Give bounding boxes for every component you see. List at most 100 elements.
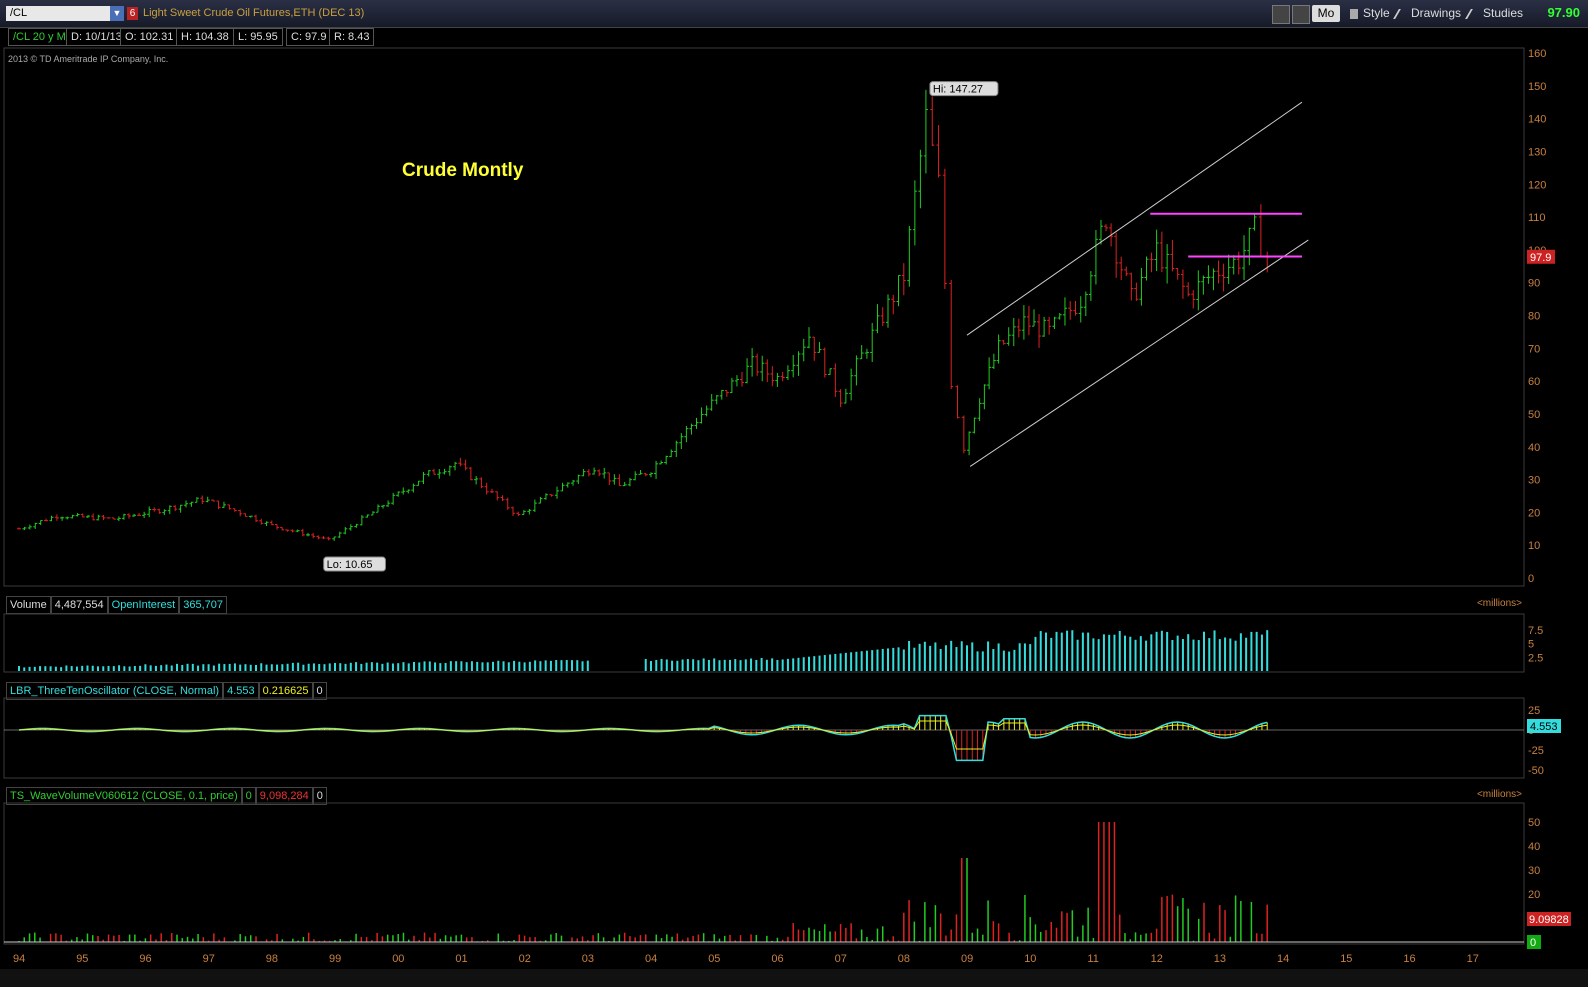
chart-canvas[interactable]: 0102030405060708090100110120130140150160… [0, 46, 1588, 969]
volume-bar [681, 659, 684, 671]
volume-bar [792, 658, 795, 671]
volume-bar [1087, 632, 1090, 671]
volume-bar [871, 650, 874, 671]
oscillator-tick-label: 25 [1528, 705, 1540, 717]
volume-bar [1034, 636, 1037, 671]
x-tick-label: 97 [203, 953, 215, 965]
volume-bar [239, 664, 242, 671]
wave-volume-tick-label: 30 [1528, 865, 1540, 877]
volume-bar [1092, 638, 1095, 671]
x-tick-label: 06 [771, 953, 783, 965]
volume-bar [202, 664, 205, 671]
symbol-input[interactable]: /CL [6, 6, 110, 21]
volume-bar [1039, 631, 1042, 671]
x-tick-label: 05 [708, 953, 720, 965]
volume-bar [1187, 634, 1190, 671]
volume-bar [70, 666, 73, 671]
volume-bar [297, 662, 300, 671]
volume-bar [539, 661, 542, 671]
volume-bar [81, 665, 84, 671]
volume-bar [850, 652, 853, 671]
volume-bar [144, 664, 147, 671]
volume-bar [118, 665, 121, 671]
volume-bar [1160, 630, 1163, 671]
volume-bar [902, 649, 905, 671]
volume-bar [75, 666, 78, 671]
panel-frame [3, 613, 1525, 673]
volume-bar [1097, 639, 1100, 671]
wave-tag-red-text: 9.09828 [1529, 914, 1569, 926]
status-range: R: 8.43 [329, 28, 375, 46]
x-tick-label: 95 [76, 953, 88, 965]
volume-bar [966, 645, 968, 671]
wave-volume-tick-label: 40 [1528, 841, 1540, 853]
chevron-down-icon[interactable]: ▼ [110, 6, 124, 21]
pencil-icon [1393, 9, 1411, 19]
wave-volume-tick-label: 50 [1528, 817, 1540, 829]
high-label: Hi: 147.27 [929, 81, 999, 97]
x-tick-label: 04 [645, 953, 657, 965]
volume-bar [165, 664, 168, 671]
volume-bar [502, 661, 505, 671]
volume-bar [407, 663, 410, 671]
price-tag-text: 97.9 [1530, 252, 1551, 264]
volume-bar [1171, 639, 1174, 671]
volume-bar [218, 663, 221, 671]
volume-bar [191, 663, 194, 671]
x-tick-label: 11 [1087, 953, 1098, 965]
style-icon [1350, 9, 1358, 19]
volume-bar [697, 660, 700, 671]
period-badge[interactable]: 6 [127, 7, 138, 20]
studies-button[interactable]: Studies [1483, 5, 1523, 22]
volume-bar [744, 659, 747, 671]
volume-bar [865, 650, 868, 671]
status-close: C: 97.9 [286, 28, 332, 46]
volume-bar [233, 663, 236, 671]
volume-bar [1124, 635, 1126, 671]
volume-bar [1023, 643, 1026, 671]
volume-bar [1108, 634, 1111, 671]
volume-bar [650, 661, 652, 671]
volume-bar [207, 664, 210, 671]
style-button[interactable]: Style [1363, 5, 1390, 22]
volume-bar [881, 649, 884, 671]
volume-bar [1018, 643, 1021, 671]
volume-bar [723, 659, 726, 671]
volume-bar [786, 658, 789, 671]
volume-bar [818, 655, 821, 671]
volume-bar [702, 658, 705, 671]
price-tick-label: 50 [1528, 409, 1540, 421]
volume-bar [750, 658, 753, 671]
volume-bar [139, 665, 142, 671]
period-mo-button[interactable]: Mo [1312, 5, 1340, 22]
volume-bar [829, 654, 832, 671]
volume-bar [692, 659, 695, 671]
volume-bar [323, 664, 326, 671]
volume-bar [186, 663, 189, 671]
volume-bar [776, 660, 779, 671]
volume-bar [860, 651, 863, 671]
x-tick-label: 00 [392, 953, 404, 965]
x-tick-label: 03 [582, 953, 594, 965]
price-tick-label: 110 [1528, 212, 1546, 224]
toolbar: /CL ▼ 6 Light Sweet Crude Oil Futures,ET… [0, 0, 1588, 28]
x-tick-label: 12 [1151, 953, 1163, 965]
price-tick-label: 90 [1528, 278, 1540, 290]
volume-bar [513, 660, 516, 671]
crosshair-icon[interactable] [1272, 5, 1290, 24]
volume-bar [897, 647, 900, 671]
volume-tick-label: 2.5 [1528, 652, 1543, 664]
volume-bar [370, 662, 373, 671]
volume-bar [65, 665, 68, 671]
volume-bar [1166, 631, 1169, 671]
volume-bar [249, 664, 252, 671]
drawings-button[interactable]: Drawings [1411, 5, 1461, 22]
volume-bar [339, 663, 342, 671]
volume-bar [1045, 632, 1047, 671]
wrench-icon[interactable] [1292, 5, 1310, 24]
volume-bar [212, 665, 215, 671]
volume-bar [455, 661, 458, 671]
volume-bar [1081, 632, 1084, 671]
volume-bar [1250, 631, 1253, 671]
oscillator-tick-label: -25 [1528, 745, 1544, 757]
